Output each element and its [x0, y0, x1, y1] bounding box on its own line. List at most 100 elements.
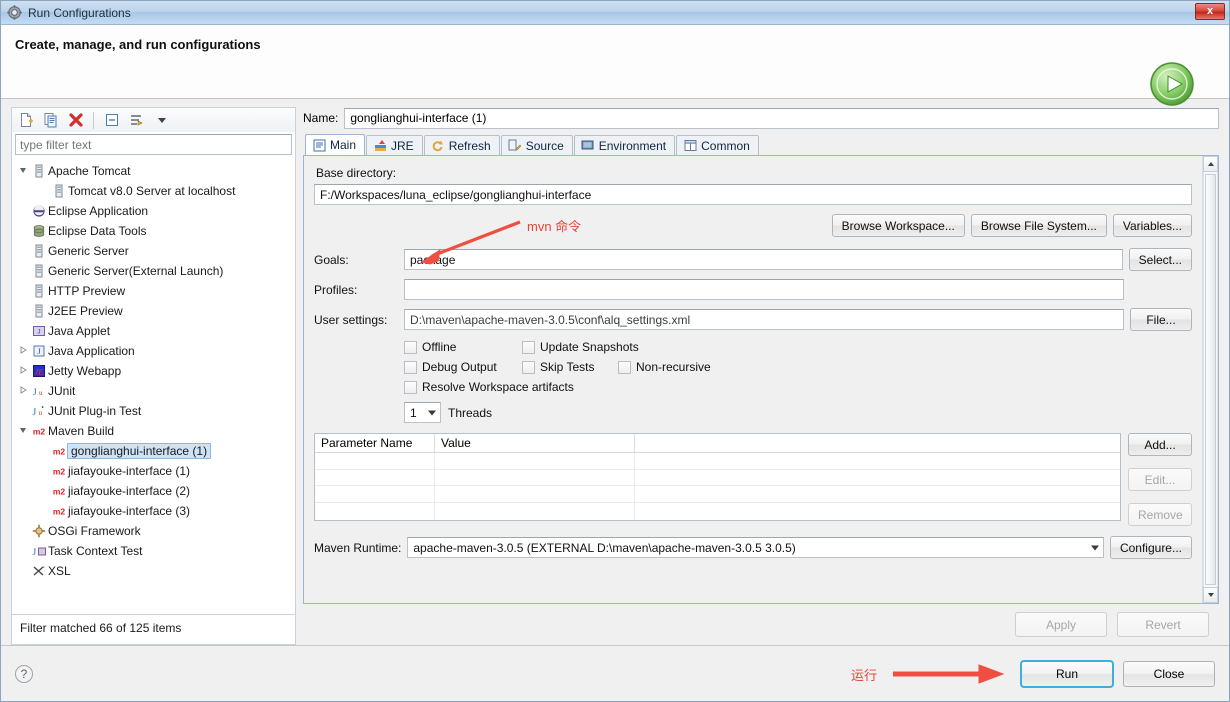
table-row[interactable]	[315, 503, 1120, 521]
close-button[interactable]: Close	[1123, 660, 1215, 687]
chevron-down-icon	[1090, 545, 1099, 550]
run-configurations-dialog: Run Configurations x Create, manage, and…	[0, 0, 1230, 702]
tree-twisty-collapsed-icon[interactable]	[16, 346, 30, 356]
scrollbar-track[interactable]	[1203, 172, 1218, 587]
skip-tests-checkbox-row[interactable]: Skip Tests	[522, 360, 618, 374]
tab-source[interactable]: Source	[500, 135, 573, 155]
configurations-tree[interactable]: Apache Tomcat Tomcat v8.0 Server at local…	[11, 157, 296, 615]
tree-item[interactable]: m2 jiafayouke-interface (2)	[12, 481, 295, 501]
tab-label: Refresh	[448, 138, 491, 153]
tree-item[interactable]: J2EE Preview	[12, 301, 295, 321]
scroll-down-button[interactable]	[1203, 587, 1218, 603]
browse-file-system-button[interactable]: Browse File System...	[970, 214, 1107, 237]
tree-item[interactable]: HTTP Preview	[12, 281, 295, 301]
user-settings-input[interactable]	[404, 309, 1124, 330]
main-tab-scrollbar[interactable]	[1202, 156, 1218, 603]
tree-item[interactable]: Apache Tomcat	[12, 161, 295, 181]
svg-text:JE: JE	[35, 366, 45, 376]
new-configuration-icon[interactable]	[15, 110, 36, 130]
skip-tests-checkbox[interactable]	[522, 360, 535, 374]
tree-item-label: XSL	[48, 564, 71, 578]
view-menu-chevron-icon[interactable]	[151, 110, 172, 130]
goals-select-button[interactable]: Select...	[1128, 248, 1192, 271]
tab-main[interactable]: Main	[305, 134, 366, 155]
filter-icon[interactable]	[126, 110, 147, 130]
tree-item[interactable]: J Task Context Test	[12, 541, 295, 561]
tree-item[interactable]: m2 jiafayouke-interface (1)	[12, 461, 295, 481]
threads-combo[interactable]: 1	[404, 402, 441, 423]
threads-value: 1	[410, 405, 417, 420]
non-recursive-checkbox-row[interactable]: Non-recursive	[618, 360, 711, 374]
goals-input[interactable]	[404, 249, 1123, 270]
tree-item[interactable]: J Java Applet	[12, 321, 295, 341]
debug-output-checkbox-row[interactable]: Debug Output	[404, 360, 522, 374]
revert-button[interactable]: Revert	[1117, 612, 1209, 637]
chevron-down-icon	[428, 410, 436, 415]
close-window-button[interactable]: x	[1195, 3, 1225, 20]
tree-twisty-expanded-icon[interactable]	[16, 166, 30, 176]
tree-item[interactable]: XSL	[12, 561, 295, 581]
tree-item[interactable]: Ju JUnit	[12, 381, 295, 401]
remove-parameter-button[interactable]: Remove	[1128, 503, 1192, 526]
parameters-table[interactable]: Parameter Name Value	[314, 433, 1121, 521]
svg-text:m2: m2	[53, 447, 66, 457]
variables-button[interactable]: Variables...	[1112, 214, 1192, 237]
offline-checkbox[interactable]	[404, 340, 417, 354]
tree-item[interactable]: m2 Maven Build	[12, 421, 295, 441]
configurations-toolbar	[11, 107, 296, 132]
help-icon[interactable]: ?	[15, 664, 33, 683]
maven-runtime-combo[interactable]: apache-maven-3.0.5 (EXTERNAL D:\maven\ap…	[407, 537, 1104, 558]
scroll-up-button[interactable]	[1203, 156, 1218, 172]
offline-checkbox-row[interactable]: Offline	[404, 340, 522, 354]
profiles-input[interactable]	[404, 279, 1124, 300]
add-parameter-button[interactable]: Add...	[1128, 433, 1192, 456]
tab-strip[interactable]: Main JRE Refresh Source Environment Common	[303, 134, 1219, 155]
configure-runtime-button[interactable]: Configure...	[1109, 536, 1192, 559]
run-annotation-arrow-icon	[893, 663, 1005, 684]
options-group: Offline Update Snapshots Debug Output Sk…	[404, 340, 1192, 423]
table-row[interactable]	[315, 452, 1120, 470]
scrollbar-thumb[interactable]	[1205, 174, 1216, 585]
tree-item[interactable]: m2 jiafayouke-interface (3)	[12, 501, 295, 521]
base-directory-input[interactable]	[314, 184, 1192, 205]
tree-item[interactable]: Tomcat v8.0 Server at localhost	[12, 181, 295, 201]
tab-common[interactable]: Common	[676, 135, 759, 155]
resolve-workspace-artifacts-checkbox-row[interactable]: Resolve Workspace artifacts	[404, 380, 574, 394]
debug-output-checkbox[interactable]	[404, 360, 417, 374]
update-snapshots-checkbox[interactable]	[522, 340, 535, 354]
table-row[interactable]	[315, 469, 1120, 487]
profiles-label: Profiles:	[314, 282, 358, 297]
tree-item[interactable]: Generic Server	[12, 241, 295, 261]
tree-twisty-collapsed-icon[interactable]	[16, 366, 30, 376]
user-settings-file-button[interactable]: File...	[1130, 308, 1192, 331]
edit-parameter-button[interactable]: Edit...	[1128, 468, 1192, 491]
update-snapshots-checkbox-row[interactable]: Update Snapshots	[522, 340, 639, 354]
tree-twisty-collapsed-icon[interactable]	[16, 386, 30, 396]
tab-refresh[interactable]: Refresh	[423, 135, 500, 155]
tree-item[interactable]: JE Jetty Webapp	[12, 361, 295, 381]
tab-environment[interactable]: Environment	[573, 135, 676, 155]
run-button[interactable]: Run	[1020, 659, 1114, 688]
tree-item[interactable]: m2 gonglianghui-interface (1)	[12, 441, 295, 461]
name-input[interactable]	[344, 107, 1219, 129]
tree-item[interactable]: Eclipse Application	[12, 201, 295, 221]
tree-item[interactable]: Ju JUnit Plug-in Test	[12, 401, 295, 421]
goals-label: Goals:	[314, 252, 349, 267]
tree-item[interactable]: OSGi Framework	[12, 521, 295, 541]
non-recursive-checkbox[interactable]	[618, 360, 631, 374]
apply-button[interactable]: Apply	[1015, 612, 1107, 637]
goals-row: Goals: Select...	[314, 248, 1192, 271]
tab-jre[interactable]: JRE	[366, 135, 423, 155]
resolve-workspace-artifacts-checkbox[interactable]	[404, 380, 417, 394]
tree-item[interactable]: Eclipse Data Tools	[12, 221, 295, 241]
filter-input[interactable]	[15, 134, 292, 155]
table-row[interactable]	[315, 486, 1120, 504]
tree-twisty-expanded-icon[interactable]	[16, 426, 30, 436]
browse-workspace-button[interactable]: Browse Workspace...	[831, 214, 965, 237]
delete-configuration-icon[interactable]	[65, 110, 86, 130]
tree-item[interactable]: J Java Application	[12, 341, 295, 361]
collapse-all-icon[interactable]	[101, 110, 122, 130]
duplicate-configuration-icon[interactable]	[40, 110, 61, 130]
maven-runtime-row: Maven Runtime: apache-maven-3.0.5 (EXTER…	[314, 536, 1192, 559]
tree-item[interactable]: Generic Server(External Launch)	[12, 261, 295, 281]
